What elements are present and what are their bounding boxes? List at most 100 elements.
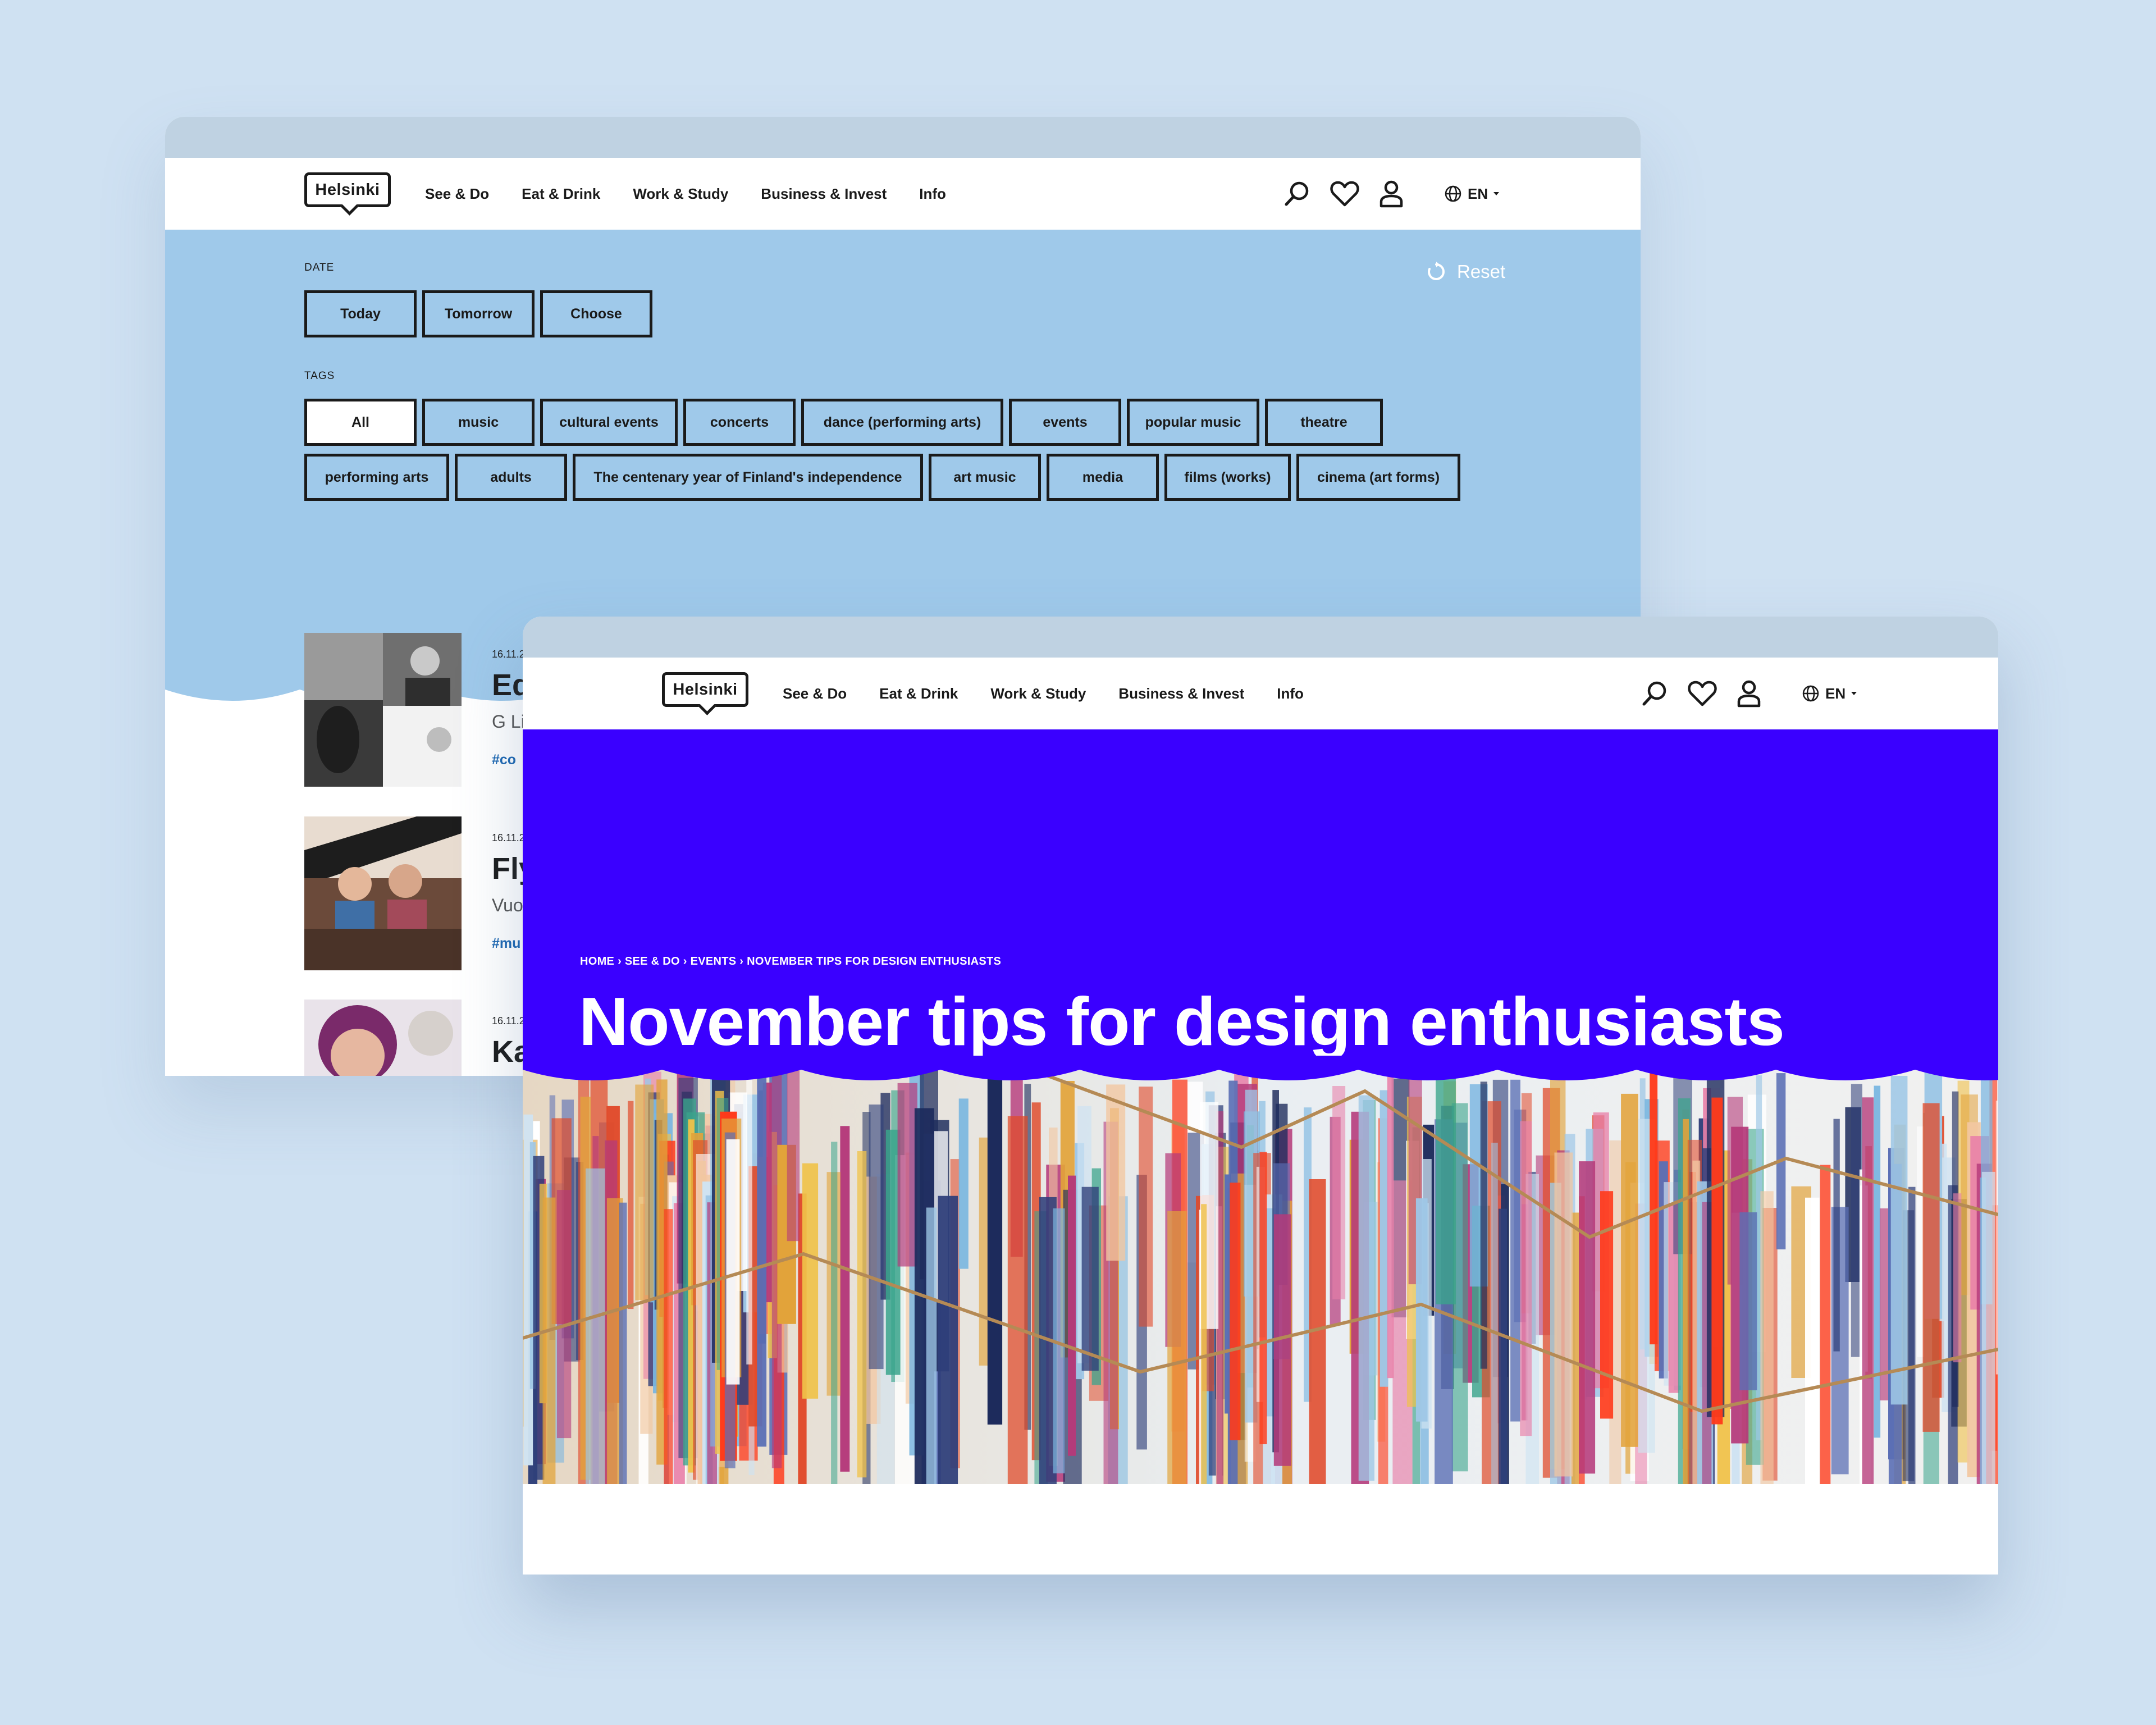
yarn-thread [1820, 1165, 1831, 1484]
yarn-thread [1068, 1175, 1076, 1456]
helsinki-logo[interactable]: Helsinki [304, 172, 391, 207]
yarn-thread [586, 1168, 605, 1484]
search-icon[interactable] [1282, 179, 1312, 208]
nav-menu: See & Do Eat & Drink Work & Study Busine… [425, 158, 979, 230]
date-choose-button[interactable]: Choose [540, 290, 652, 337]
tag-concerts[interactable]: concerts [683, 399, 796, 446]
tags-row-2: performing arts adults The centenary yea… [304, 454, 1466, 501]
yarn-thread [1081, 1186, 1099, 1371]
nav-item-see-do[interactable]: See & Do [425, 185, 489, 203]
tag-dance[interactable]: dance (performing arts) [801, 399, 1003, 446]
globe-icon [1445, 185, 1461, 202]
helsinki-logo[interactable]: Helsinki [662, 672, 748, 707]
main-nav: Helsinki See & Do Eat & Drink Work & Stu… [165, 158, 1641, 230]
heart-icon[interactable] [1330, 180, 1360, 208]
tag-cultural-events[interactable]: cultural events [540, 399, 678, 446]
yarn-thread [1711, 1097, 1723, 1425]
yarn-thread [1387, 1074, 1394, 1379]
nav-menu: See & Do Eat & Drink Work & Study Busine… [783, 658, 1336, 729]
yarn-thread [1995, 1101, 1998, 1375]
date-tomorrow-button[interactable]: Tomorrow [422, 290, 535, 337]
tag-music[interactable]: music [422, 399, 535, 446]
yarn-thread [1491, 1143, 1498, 1484]
language-selector[interactable]: EN [1444, 185, 1507, 203]
nav-item-work-study[interactable]: Work & Study [633, 185, 728, 203]
nav-item-info[interactable]: Info [919, 185, 946, 203]
event-thumbnail [304, 816, 462, 970]
yarn-thread [1739, 1212, 1757, 1390]
yarn-thread [1332, 1086, 1346, 1299]
hero-wave-divider [523, 1056, 1998, 1080]
language-label: EN [1825, 684, 1846, 702]
breadcrumb-home[interactable]: HOME [580, 955, 614, 968]
heart-icon[interactable] [1687, 679, 1718, 708]
yarn-thread [1230, 1183, 1241, 1440]
globe-icon [1802, 685, 1819, 702]
date-today-button[interactable]: Today [304, 290, 417, 337]
yarn-thread [1862, 1097, 1874, 1484]
yarn-thread [556, 1190, 572, 1439]
language-selector[interactable]: EN [1802, 684, 1865, 702]
nav-tools: EN [1640, 658, 1865, 729]
yarn-thread [1106, 1084, 1126, 1261]
yarn-thread [1833, 1119, 1840, 1352]
yarn-thread [938, 1195, 958, 1484]
breadcrumb-current: NOVEMBER TIPS FOR DESIGN ENTHUSIASTS [747, 955, 1002, 968]
yarn-thread [1167, 1211, 1187, 1484]
yarn-thread [840, 1126, 850, 1472]
reset-icon [1428, 262, 1445, 280]
event-tag[interactable]: #mu [492, 935, 520, 952]
breadcrumb-see-do[interactable]: SEE & DO [625, 955, 680, 968]
event-tag[interactable]: #co [492, 752, 516, 768]
yarn-thread [802, 1163, 819, 1399]
filter-panel: DATE Reset Today Tomorrow Choose TAGS Al… [165, 230, 1641, 679]
tag-performing-arts[interactable]: performing arts [304, 454, 449, 501]
search-icon[interactable] [1640, 679, 1669, 708]
yarn-thread [664, 1209, 673, 1484]
breadcrumb: HOME › SEE & DO › EVENTS › NOVEMBER TIPS… [580, 955, 1001, 968]
page-title: November tips for design enthusiasts [579, 983, 1785, 1060]
yarn-thread [1139, 1087, 1153, 1327]
tag-media[interactable]: media [1047, 454, 1159, 501]
language-label: EN [1468, 185, 1488, 202]
tag-cinema[interactable]: cinema (art forms) [1296, 454, 1460, 501]
event-thumbnail [304, 1000, 462, 1076]
yarn-thread [1436, 1075, 1456, 1304]
tag-events[interactable]: events [1009, 399, 1121, 446]
yarn-thread [958, 1098, 969, 1269]
nav-item-work-study[interactable]: Work & Study [990, 685, 1086, 702]
user-icon[interactable] [1378, 179, 1405, 208]
browser-chrome [165, 117, 1641, 158]
tag-films[interactable]: films (works) [1164, 454, 1291, 501]
user-icon[interactable] [1735, 679, 1762, 708]
event-subtitle: G Li [492, 711, 525, 732]
yarn-thread [926, 1207, 937, 1484]
tag-popular-music[interactable]: popular music [1127, 399, 1259, 446]
nav-item-business-invest[interactable]: Business & Invest [1118, 685, 1244, 702]
nav-item-eat-drink[interactable]: Eat & Drink [879, 685, 958, 702]
tags-filter-label: TAGS [304, 370, 335, 382]
yarn-thread [726, 1139, 740, 1385]
main-nav: Helsinki See & Do Eat & Drink Work & Stu… [523, 658, 1998, 729]
yarn-thread [1510, 1079, 1520, 1422]
tag-theatre[interactable]: theatre [1265, 399, 1383, 446]
tag-all[interactable]: All [304, 399, 417, 446]
yarn-thread [987, 1077, 1003, 1425]
nav-item-eat-drink[interactable]: Eat & Drink [522, 185, 600, 203]
nav-item-info[interactable]: Info [1277, 685, 1304, 702]
tag-centenary[interactable]: The centenary year of Finland's independ… [573, 454, 923, 501]
breadcrumb-separator: › [618, 955, 622, 968]
yarn-thread [746, 1073, 752, 1365]
breadcrumb-events[interactable]: EVENTS [691, 955, 737, 968]
yarn-thread [1380, 1090, 1388, 1387]
tag-adults[interactable]: adults [455, 454, 567, 501]
yarn-thread [1908, 1186, 1916, 1484]
nav-item-see-do[interactable]: See & Do [783, 685, 847, 702]
reset-button[interactable]: Reset [1426, 261, 1505, 282]
tags-row-1: All music cultural events concerts dance… [304, 399, 1388, 446]
tag-art-music[interactable]: art music [929, 454, 1041, 501]
nav-item-business-invest[interactable]: Business & Invest [761, 185, 887, 203]
breadcrumb-separator: › [739, 955, 744, 968]
yarn-thread [628, 1101, 634, 1309]
yarn-thread [1600, 1191, 1614, 1419]
